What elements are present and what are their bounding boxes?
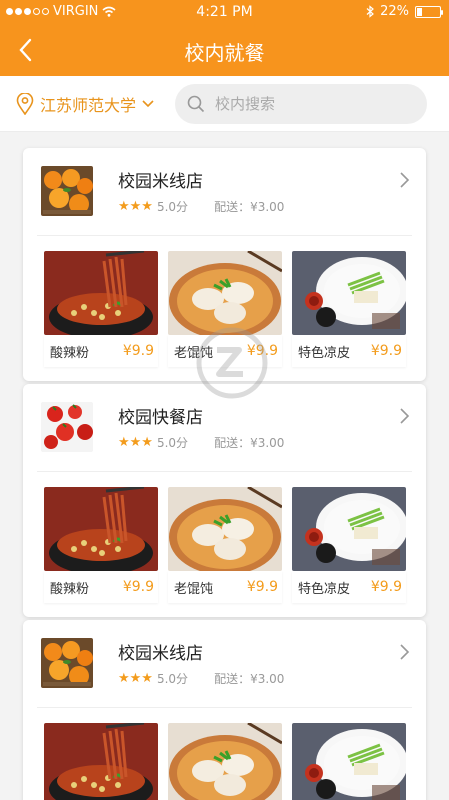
dish-image <box>168 487 282 571</box>
dish-price: ¥9.9 <box>246 579 278 595</box>
dish-image <box>44 723 158 800</box>
dish-image <box>44 251 158 335</box>
dish-item[interactable]: 特色凉皮 ¥9.9 <box>292 251 406 367</box>
dish-price: ¥9.9 <box>122 579 154 595</box>
dish-name: 老馄饨 <box>174 345 214 361</box>
store-image <box>41 402 93 452</box>
nav-bar: 校内就餐 <box>0 24 449 76</box>
dish-name: 特色凉皮 <box>298 581 351 597</box>
search-icon <box>187 95 205 113</box>
store-card[interactable]: 校园米线店 ★★★ 5.0分 配送：¥3.00 <box>23 620 426 800</box>
rating-score: 5.0分 <box>156 436 189 450</box>
dish-item[interactable] <box>44 723 158 800</box>
rating-score: 5.0分 <box>156 672 189 686</box>
dish-item[interactable]: 老馄饨 ¥9.9 <box>168 487 282 603</box>
dish-list: 酸辣粉 ¥9.9 老馄饨 ¥9.9 特色凉皮 ¥9.9 <box>23 236 426 367</box>
dish-image <box>292 487 406 571</box>
store-name: 校园快餐店 <box>118 408 203 428</box>
dish-name: 酸辣粉 <box>50 345 90 361</box>
star-rating-icon: ★★★ <box>118 435 153 450</box>
dish-image <box>44 487 158 571</box>
battery-icon <box>415 5 443 18</box>
dish-item[interactable]: 酸辣粉 ¥9.9 <box>44 251 158 367</box>
dish-price: ¥9.9 <box>370 579 402 595</box>
bluetooth-icon <box>366 5 375 18</box>
location-selector[interactable]: 江苏师范大学 <box>16 92 154 116</box>
dish-name: 老馄饨 <box>174 581 214 597</box>
store-header[interactable]: 校园米线店 ★★★ 5.0分 配送：¥3.00 <box>37 620 412 708</box>
dish-image <box>292 723 406 800</box>
store-card[interactable]: 校园快餐店 ★★★ 5.0分 配送：¥3.00 酸辣粉 ¥9.9 老馄饨 ¥9.9 … <box>23 384 426 617</box>
dish-price: ¥9.9 <box>370 343 402 359</box>
search-bar: 江苏师范大学 <box>0 76 449 132</box>
dish-price: ¥9.9 <box>122 343 154 359</box>
chevron-right-icon[interactable] <box>398 406 412 426</box>
dish-name: 酸辣粉 <box>50 581 90 597</box>
dish-item[interactable] <box>292 723 406 800</box>
store-name: 校园米线店 <box>118 644 203 664</box>
dish-image <box>168 251 282 335</box>
dish-item[interactable]: 老馄饨 ¥9.9 <box>168 251 282 367</box>
store-header[interactable]: 校园米线店 ★★★ 5.0分 配送：¥3.00 <box>37 148 412 236</box>
dish-image <box>168 723 282 800</box>
chevron-down-icon <box>142 100 154 108</box>
store-meta: ★★★ 5.0分 配送：¥3.00 <box>118 434 284 451</box>
delivery-fee: 配送：¥3.00 <box>214 672 285 686</box>
dish-item[interactable] <box>168 723 282 800</box>
page-title: 校内就餐 <box>184 41 265 65</box>
battery-percent: 22% <box>380 4 409 19</box>
dish-image <box>292 251 406 335</box>
dish-price: ¥9.9 <box>246 343 278 359</box>
store-name: 校园米线店 <box>118 172 203 192</box>
dish-item[interactable]: 酸辣粉 ¥9.9 <box>44 487 158 603</box>
search-box[interactable] <box>175 84 427 124</box>
dish-item[interactable]: 特色凉皮 ¥9.9 <box>292 487 406 603</box>
location-label: 江苏师范大学 <box>40 96 137 115</box>
star-rating-icon: ★★★ <box>118 671 153 686</box>
star-rating-icon: ★★★ <box>118 199 153 214</box>
delivery-fee: 配送：¥3.00 <box>214 436 285 450</box>
delivery-fee: 配送：¥3.00 <box>214 200 285 214</box>
location-pin-icon <box>16 93 34 115</box>
store-header[interactable]: 校园快餐店 ★★★ 5.0分 配送：¥3.00 <box>37 384 412 472</box>
dish-name: 特色凉皮 <box>298 345 351 361</box>
store-meta: ★★★ 5.0分 配送：¥3.00 <box>118 198 284 215</box>
dish-list <box>23 708 426 800</box>
dish-list: 酸辣粉 ¥9.9 老馄饨 ¥9.9 特色凉皮 ¥9.9 <box>23 472 426 603</box>
rating-score: 5.0分 <box>156 200 189 214</box>
search-input[interactable] <box>215 95 395 113</box>
top-bar: VIRGIN 4:21 PM 22% 校内就餐 <box>0 0 449 76</box>
store-card[interactable]: 校园米线店 ★★★ 5.0分 配送：¥3.00 酸辣粉 ¥9.9 老馄饨 ¥9.9 … <box>23 148 426 381</box>
store-image <box>41 638 93 688</box>
store-meta: ★★★ 5.0分 配送：¥3.00 <box>118 670 284 687</box>
chevron-right-icon[interactable] <box>398 642 412 662</box>
chevron-right-icon[interactable] <box>398 170 412 190</box>
store-image <box>41 166 93 216</box>
status-bar: VIRGIN 4:21 PM 22% <box>0 0 449 24</box>
